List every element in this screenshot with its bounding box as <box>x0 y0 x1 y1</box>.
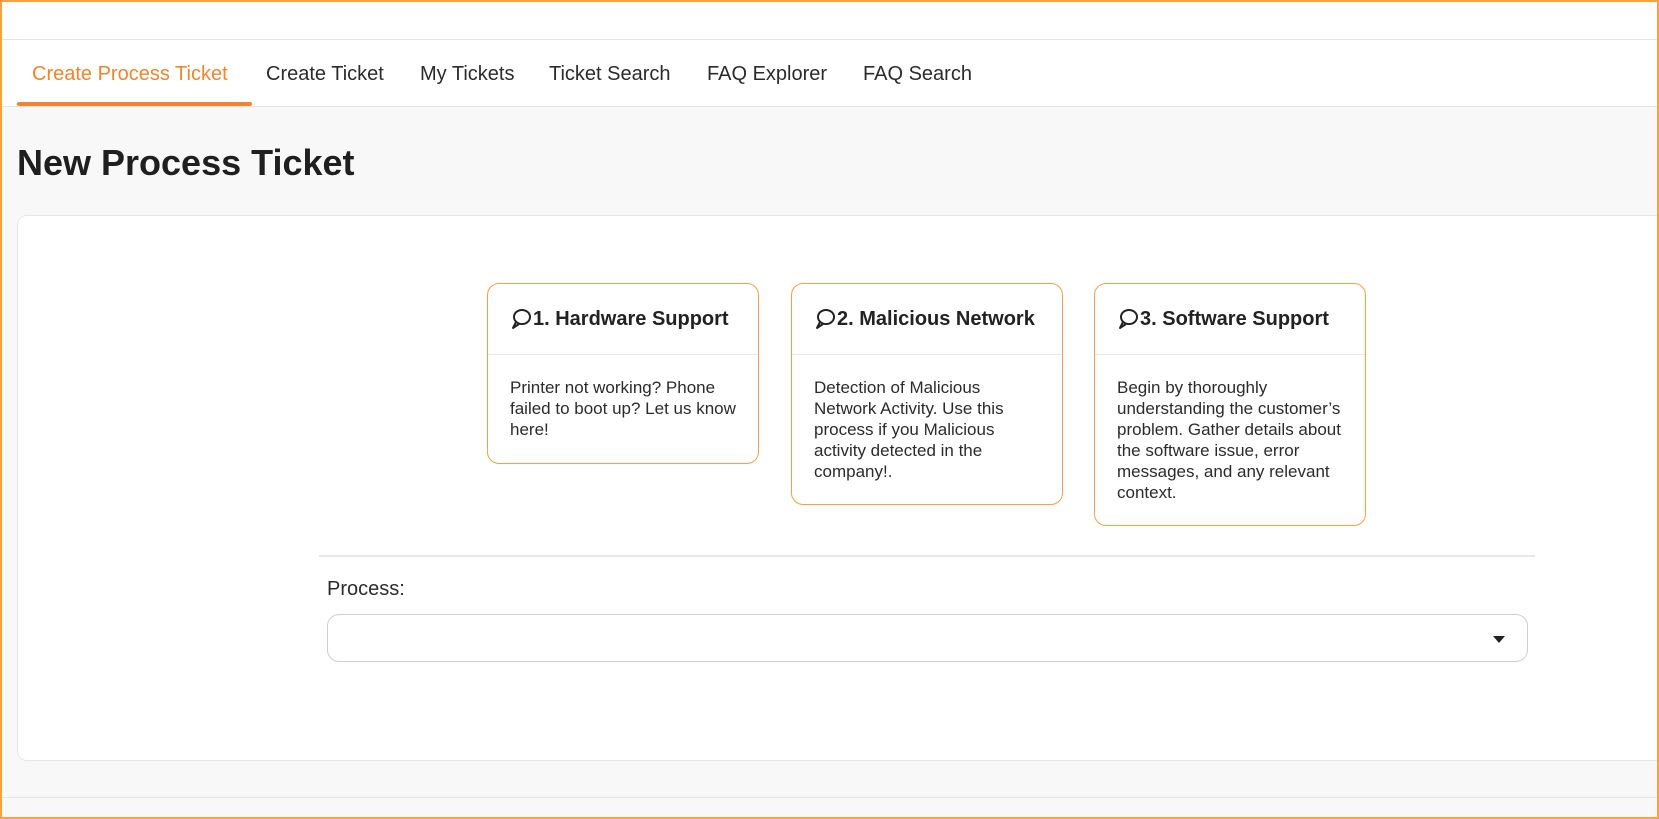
tab-faq-explorer[interactable]: FAQ Explorer <box>707 40 827 106</box>
process-card-software-support[interactable]: 3. Software Support Begin by thoroughly … <box>1094 283 1366 526</box>
process-select[interactable] <box>327 614 1528 662</box>
card-header: 1. Hardware Support <box>488 284 758 355</box>
caret-down-icon <box>1493 636 1505 643</box>
active-tab-indicator <box>17 102 252 106</box>
app-header <box>2 2 1657 40</box>
card-header: 2. Malicious Network <box>792 284 1062 355</box>
chat-bubble-icon <box>1119 309 1138 329</box>
card-title: 2. Malicious Network <box>837 307 1035 330</box>
tab-faq-search[interactable]: FAQ Search <box>863 40 972 106</box>
process-card-malicious-network[interactable]: 2. Malicious Network Detection of Malici… <box>791 283 1063 505</box>
tab-ticket-search[interactable]: Ticket Search <box>549 40 671 106</box>
section-divider <box>319 555 1535 557</box>
footer-divider <box>2 797 1657 798</box>
card-description: Detection of Malicious Network Activity.… <box>814 378 1004 481</box>
tab-create-process-ticket[interactable]: Create Process Ticket <box>32 40 228 106</box>
process-card-hardware-support[interactable]: 1. Hardware Support Printer not working?… <box>487 283 759 464</box>
card-title: 1. Hardware Support <box>533 307 729 330</box>
tab-create-ticket[interactable]: Create Ticket <box>266 40 384 106</box>
chat-bubble-icon <box>512 309 531 329</box>
process-label: Process: <box>327 578 405 600</box>
tab-my-tickets[interactable]: My Tickets <box>420 40 514 106</box>
card-title: 3. Software Support <box>1140 307 1329 330</box>
app-window: Create Process Ticket Create Ticket My T… <box>0 0 1659 819</box>
nav-tabs: Create Process Ticket Create Ticket My T… <box>2 40 1657 107</box>
card-description: Printer not working? Phone failed to boo… <box>510 378 736 439</box>
chat-bubble-icon <box>816 309 835 329</box>
card-header: 3. Software Support <box>1095 284 1365 355</box>
page-title: New Process Ticket <box>17 142 355 183</box>
card-description: Begin by thoroughly understanding the cu… <box>1117 378 1341 502</box>
